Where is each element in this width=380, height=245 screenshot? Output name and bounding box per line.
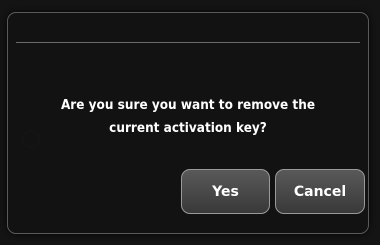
cancel-button[interactable]: Cancel (275, 169, 365, 214)
dialog-divider (16, 42, 360, 43)
screen: Are you sure you want to remove the curr… (0, 0, 380, 245)
yes-button[interactable]: Yes (181, 169, 270, 214)
dialog-message: Are you sure you want to remove the curr… (60, 98, 316, 136)
